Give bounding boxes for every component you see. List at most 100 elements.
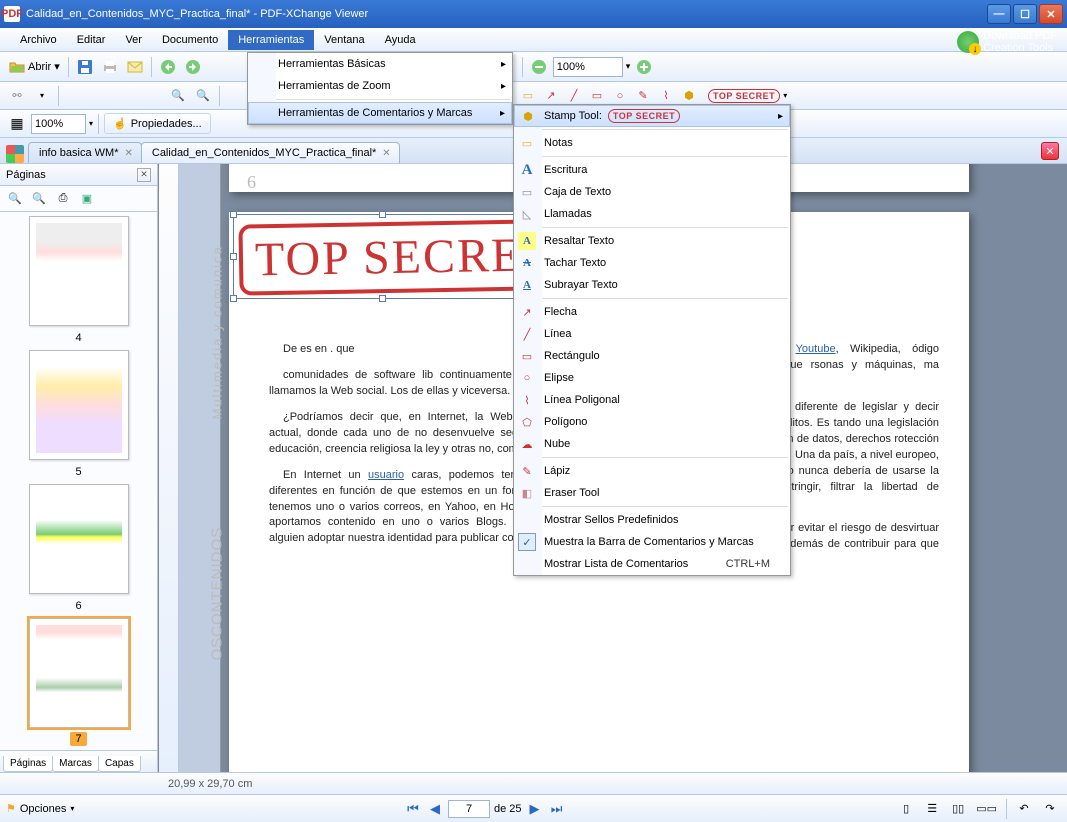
flecha-item[interactable]: ↗Flecha — [514, 301, 790, 323]
zoom-input[interactable] — [553, 57, 623, 77]
link-tool-button[interactable]: ⚯ — [6, 85, 28, 107]
find-button[interactable]: 🔍 — [167, 85, 189, 107]
thumb-print[interactable]: ⎙ — [52, 188, 74, 210]
first-page-button[interactable]: ⏮ — [404, 800, 422, 818]
menu-ventana[interactable]: Ventana — [314, 30, 374, 50]
menu-editar[interactable]: Editar — [67, 30, 116, 50]
close-tab-icon[interactable]: ✕ — [124, 148, 132, 159]
llamadas-item[interactable]: ◺Llamadas — [514, 203, 790, 225]
note-tool[interactable]: ▭ — [518, 86, 538, 106]
open-button[interactable]: Abrir▾ — [6, 56, 63, 78]
elipse-item[interactable]: ○Elipse — [514, 367, 790, 389]
caja-texto-item[interactable]: ▭Caja de Texto — [514, 181, 790, 203]
side-tab-marcas[interactable]: Marcas — [52, 756, 99, 772]
menu-documento[interactable]: Documento — [152, 30, 228, 50]
herramientas-zoom-item[interactable]: Herramientas de Zoom — [248, 75, 512, 97]
doc-tab-1[interactable]: info basica WM* ✕ — [28, 142, 142, 163]
properties-button[interactable]: ☝ Propiedades... — [104, 113, 211, 134]
close-button[interactable]: ✕ — [1039, 4, 1063, 24]
options-button[interactable]: ⚑ Opciones ▾ — [6, 802, 74, 815]
last-page-button[interactable]: ⏭ — [548, 800, 566, 818]
rotate-cw[interactable]: ↷ — [1039, 798, 1061, 820]
rectangulo-item[interactable]: ▭Rectángulo — [514, 345, 790, 367]
download-pdf-tools-badge[interactable]: Download PDFCreation Tools — [957, 30, 1057, 54]
continuous-view[interactable]: ☰ — [921, 798, 943, 820]
rect-tool[interactable]: ▭ — [587, 86, 607, 106]
plus-circle-icon — [636, 59, 652, 75]
thumbnail-4[interactable] — [29, 216, 129, 326]
line-tool[interactable]: ╱ — [564, 86, 584, 106]
printer-icon — [102, 59, 118, 75]
zoom-in-thumb[interactable]: 🔍 — [4, 188, 26, 210]
book-view[interactable]: ▭▭ — [973, 798, 1000, 820]
arrow-tool[interactable]: ↗ — [541, 86, 561, 106]
stamp-tool-item[interactable]: ⬢ Stamp Tool: TOP SECRET — [514, 105, 790, 127]
save-button[interactable] — [74, 56, 96, 78]
mostrar-sellos-item[interactable]: Mostrar Sellos Predefinidos — [514, 509, 790, 531]
email-button[interactable] — [124, 56, 146, 78]
stamp-tool[interactable]: ⬢ — [679, 86, 699, 106]
menu-ayuda[interactable]: Ayuda — [375, 30, 426, 50]
link-youtube[interactable]: Youtube — [796, 343, 836, 355]
nube-item[interactable]: ☁Nube — [514, 433, 790, 455]
opacity-input[interactable] — [31, 114, 86, 134]
lapiz-item[interactable]: ✎Lápiz — [514, 460, 790, 482]
polyline-tool[interactable]: ⌇ — [656, 86, 676, 106]
close-tab-icon[interactable]: ✕ — [382, 148, 390, 159]
pencil-tool[interactable]: ✎ — [633, 86, 653, 106]
linea-item[interactable]: ╱Línea — [514, 323, 790, 345]
redo-button[interactable] — [182, 56, 204, 78]
stamp-icon: ⬢ — [684, 89, 694, 102]
herramientas-basicas-item[interactable]: Herramientas Básicas — [248, 53, 512, 75]
thumbnail-6[interactable] — [29, 484, 129, 594]
thumbnail-list[interactable]: 4 5 6 7 — [0, 212, 157, 750]
mostrar-lista-item[interactable]: Mostrar Lista de ComentariosCTRL+M — [514, 553, 790, 575]
print-button[interactable] — [99, 56, 121, 78]
eraser-item[interactable]: ◧Eraser Tool — [514, 482, 790, 504]
menu-archivo[interactable]: Archivo — [10, 30, 67, 50]
zoom-out-button[interactable] — [528, 56, 550, 78]
poligono-item[interactable]: ⬠Polígono — [514, 411, 790, 433]
maximize-button[interactable]: ☐ — [1013, 4, 1037, 24]
notas-item[interactable]: ▭Notas — [514, 132, 790, 154]
link-tool-dropdown[interactable]: ▾ — [31, 85, 53, 107]
arrow-right-circle-icon — [185, 59, 201, 75]
thumb-options[interactable]: ▣ — [76, 188, 98, 210]
ellipse-tool[interactable]: ○ — [610, 86, 630, 106]
side-tab-paginas[interactable]: Páginas — [3, 756, 53, 772]
mostrar-barra-item[interactable]: ✓Muestra la Barra de Comentarios y Marca… — [514, 531, 790, 553]
herramientas-comentarios-item[interactable]: Herramientas de Comentarios y Marcas — [248, 102, 512, 124]
search-button[interactable]: 🔍 — [192, 85, 214, 107]
next-page-button[interactable]: ▶ — [526, 800, 544, 818]
undo-button[interactable] — [157, 56, 179, 78]
pages-panel-tools: 🔍 🔍 ⎙ ▣ — [0, 186, 157, 212]
close-panel-button[interactable]: ✕ — [137, 168, 151, 182]
thumbnail-7[interactable] — [29, 618, 129, 728]
pattern-button[interactable]: ▦ — [6, 113, 28, 135]
zoom-in-button[interactable] — [633, 56, 655, 78]
resaltar-item[interactable]: AResaltar Texto — [514, 230, 790, 252]
link-usuario[interactable]: usuario — [368, 469, 404, 481]
ellipse-icon: ○ — [617, 90, 624, 102]
top-secret-stamp[interactable]: TOP SECRE — [238, 219, 539, 295]
side-tab-capas[interactable]: Capas — [98, 756, 141, 772]
prev-page-button[interactable]: ◀ — [426, 800, 444, 818]
grid-view-icon[interactable] — [6, 145, 24, 163]
escritura-item[interactable]: AEscritura — [514, 159, 790, 181]
single-page-view[interactable]: ▯ — [895, 798, 917, 820]
polilinea-item[interactable]: ⌇Línea Poligonal — [514, 389, 790, 411]
minimize-button[interactable]: — — [987, 4, 1011, 24]
menu-herramientas[interactable]: Herramientas — [228, 30, 314, 50]
zoom-out-thumb[interactable]: 🔍 — [28, 188, 50, 210]
doc-tab-2[interactable]: Calidad_en_Contenidos_MYC_Practica_final… — [141, 142, 400, 163]
rotate-ccw[interactable]: ↶ — [1013, 798, 1035, 820]
page-number-input[interactable] — [448, 800, 490, 818]
subrayar-item[interactable]: ASubrayar Texto — [514, 274, 790, 296]
arrow-icon: ↗ — [546, 89, 555, 102]
tachar-item[interactable]: ATachar Texto — [514, 252, 790, 274]
close-all-tabs-button[interactable]: ✕ — [1041, 142, 1059, 160]
facing-view[interactable]: ▯▯ — [947, 798, 969, 820]
magnify-minus-icon: 🔍 — [32, 192, 46, 205]
menu-ver[interactable]: Ver — [115, 30, 152, 50]
thumbnail-5[interactable] — [29, 350, 129, 460]
